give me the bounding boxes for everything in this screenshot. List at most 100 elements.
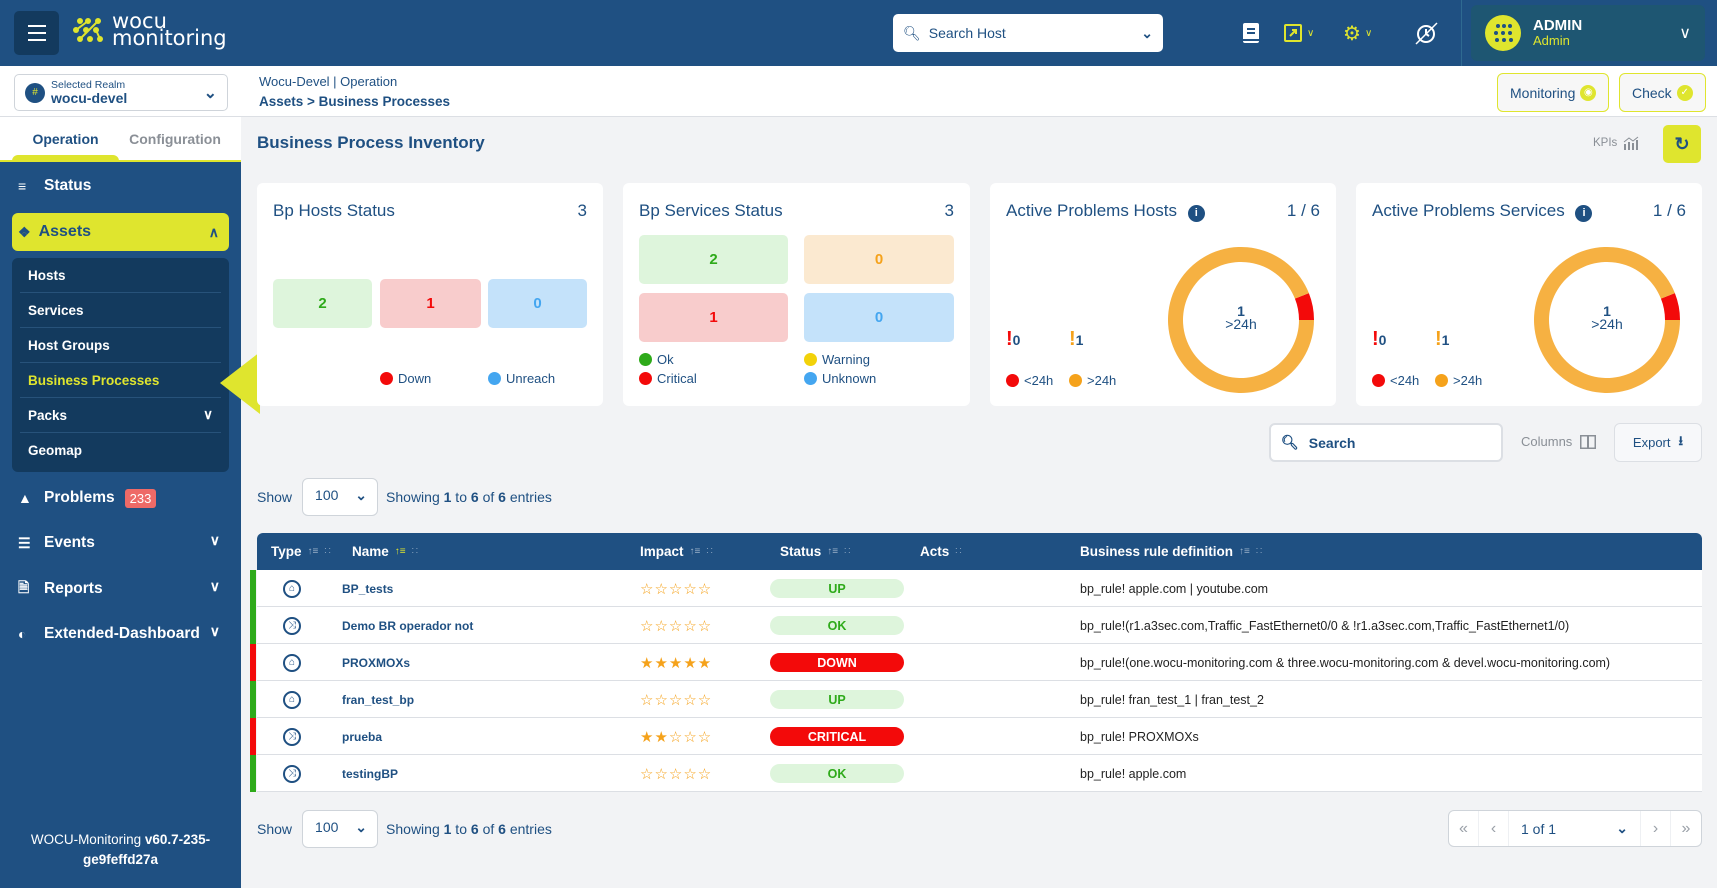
legend-down: Down: [380, 371, 431, 386]
services-ok-tile[interactable]: 2: [639, 235, 788, 284]
drag-handle-icon[interactable]: ∷: [955, 546, 961, 557]
chart-icon: [1623, 136, 1639, 150]
name-cell[interactable]: Demo BR operador not: [342, 607, 473, 644]
sidebar-item-geomap[interactable]: Geomap: [20, 433, 221, 468]
sidebar-item-host-groups[interactable]: Host Groups: [20, 328, 221, 363]
sidebar-item-problems[interactable]: ▲ Problems 233: [14, 481, 228, 515]
page-size-row-top: Show 100 ⌄ Showing 1 to 6 of 6 entries: [257, 478, 552, 516]
realm-selector[interactable]: # Selected Realm wocu-devel ⌄: [14, 74, 228, 111]
sort-icon[interactable]: ↑≡: [1239, 546, 1250, 557]
card-title-text: Active Problems Hosts: [1006, 201, 1177, 220]
table-row[interactable]: ⌂ BP_tests ☆☆☆☆☆ UP bp_rule! apple.com | you…: [250, 570, 1702, 607]
column-header-rule[interactable]: Business rule definition ↑≡ ∷: [1080, 533, 1262, 570]
sidebar-item-events[interactable]: ☰ Events ∨: [14, 526, 228, 560]
drag-handle-icon[interactable]: ∷: [324, 546, 330, 557]
table-row[interactable]: ⤨ prueba ★★☆☆☆ CRITICAL bp_rule! PROXMOXs: [250, 718, 1702, 755]
tab-operation[interactable]: Operation: [12, 117, 119, 160]
donut-center-label: 1 >24h: [1166, 304, 1316, 331]
page-size-select[interactable]: 100 ⌄: [302, 810, 379, 848]
hamburger-menu-button[interactable]: [14, 11, 59, 55]
hosts-up-tile[interactable]: 2: [273, 279, 372, 328]
sidebar-item-packs[interactable]: Packs ∨: [20, 398, 221, 433]
columns-button[interactable]: Columns: [1521, 434, 1597, 449]
sort-icon[interactable]: ↑≡: [395, 546, 406, 557]
service-icon: ⤨: [283, 616, 301, 635]
status-cell: UP: [770, 570, 904, 607]
drag-handle-icon[interactable]: ∷: [412, 546, 418, 557]
page-size-value: 100: [315, 487, 339, 503]
assets-submenu: Hosts Services Host Groups Business Proc…: [12, 258, 229, 472]
sidebar-item-business-processes[interactable]: Business Processes: [20, 363, 221, 398]
sidebar-item-status[interactable]: ≡ Status: [14, 169, 228, 203]
first-page-button[interactable]: «: [1449, 811, 1479, 846]
info-icon[interactable]: i: [1575, 204, 1593, 222]
monitoring-button[interactable]: Monitoring ◉: [1497, 73, 1610, 112]
services-unknown-tile[interactable]: 0: [804, 293, 954, 342]
last-page-button[interactable]: »: [1671, 811, 1701, 846]
kpis-toggle[interactable]: KPIs: [1593, 136, 1639, 150]
donut-center-label: 1 >24h: [1532, 304, 1682, 331]
name-cell[interactable]: fran_test_bp: [342, 681, 414, 718]
settings-menu[interactable]: ⚙︎ ∨: [1343, 20, 1372, 46]
name-cell[interactable]: PROXMOXs: [342, 644, 410, 681]
hosts-down-tile[interactable]: 1: [380, 279, 481, 328]
page-size-select[interactable]: 100 ⌄: [302, 478, 379, 516]
sort-icon[interactable]: ↑≡: [308, 546, 319, 557]
breadcrumb-path[interactable]: Assets > Business Processes: [259, 94, 450, 109]
history-off-icon: [1415, 22, 1438, 45]
documentation-button[interactable]: [1242, 20, 1260, 46]
legend-gt24: >24h: [1069, 373, 1116, 388]
check-button[interactable]: Check ✓: [1619, 73, 1706, 112]
sidebar-tabs: Operation Configuration: [0, 117, 241, 161]
hosts-unreach-tile[interactable]: 0: [488, 279, 587, 328]
table-row[interactable]: ⌂ fran_test_bp ☆☆☆☆☆ UP bp_rule! fran_test_1…: [250, 681, 1702, 718]
column-header-status[interactable]: Status ↑≡ ∷: [780, 533, 850, 570]
table-row[interactable]: ⤨ testingBP ☆☆☆☆☆ OK bp_rule! apple.com: [250, 755, 1702, 792]
drag-handle-icon[interactable]: ∷: [706, 546, 712, 557]
table-row[interactable]: ⤨ Demo BR operador not ☆☆☆☆☆ OK bp_rule!(r1.…: [250, 607, 1702, 644]
chevron-down-icon: ∨: [1307, 27, 1315, 39]
table-row[interactable]: ⌂ PROXMOXs ★★★★★ DOWN bp_rule!(one.wocu-moni…: [250, 644, 1702, 681]
tab-configuration[interactable]: Configuration: [125, 117, 225, 160]
page-select[interactable]: 1 of 1 ⌄: [1509, 811, 1641, 846]
services-warning-tile[interactable]: 0: [804, 235, 954, 284]
services-critical-tile[interactable]: 1: [639, 293, 788, 342]
user-menu[interactable]: ADMIN Admin ∨: [1471, 5, 1705, 61]
name-cell[interactable]: testingBP: [342, 755, 398, 792]
drag-handle-icon[interactable]: ∷: [844, 546, 850, 557]
next-page-button[interactable]: ›: [1641, 811, 1671, 846]
impact-stars: ★★★★★: [640, 654, 713, 672]
column-header-impact[interactable]: Impact ↑≡ ∷: [640, 533, 713, 570]
name-cell[interactable]: prueba: [342, 718, 382, 755]
sidebar-item-assets[interactable]: ❖ Assets ∧: [12, 213, 229, 251]
info-icon[interactable]: i: [1187, 204, 1205, 222]
page-label: 1 of 1: [1521, 820, 1557, 837]
table-search-input[interactable]: 🔍︎ Search: [1269, 423, 1503, 462]
column-header-type[interactable]: Type ↑≡ ∷: [271, 533, 331, 570]
refresh-button[interactable]: ↻: [1663, 125, 1701, 163]
sidebar-item-label: Packs: [28, 407, 68, 423]
host-search-placeholder: Search Host: [928, 25, 1006, 41]
host-icon: ⌂: [283, 690, 301, 709]
sidebar-item-reports[interactable]: 🗎︎ Reports ∨: [14, 572, 228, 606]
sidebar-item-services[interactable]: Services: [20, 293, 221, 328]
name-cell[interactable]: BP_tests: [342, 570, 393, 607]
drag-handle-icon[interactable]: ∷: [1256, 546, 1262, 557]
sort-icon[interactable]: ↑≡: [827, 546, 838, 557]
column-header-name[interactable]: Name ↑≡ ∷: [352, 533, 418, 570]
sidebar-item-hosts[interactable]: Hosts: [20, 258, 221, 293]
export-button[interactable]: Export ⭳: [1614, 423, 1702, 462]
wocu-logo[interactable]: wocu monitoring: [72, 11, 227, 49]
history-disabled-button[interactable]: [1413, 20, 1439, 46]
sidebar-item-extended-dashboard[interactable]: ◐ Extended-Dashboard ∨: [14, 617, 228, 651]
app-version: WOCU-Monitoring v60.7-235- ge9feffd27a: [0, 830, 241, 870]
host-search-select[interactable]: 🔍︎ Search Host ⌄: [893, 14, 1163, 52]
sort-icon[interactable]: ↑≡: [690, 546, 701, 557]
column-header-acts[interactable]: Acts ∷: [920, 533, 962, 570]
old-problems-count: !1: [1435, 328, 1450, 350]
status-badge: UP: [770, 690, 904, 709]
chevron-down-icon: ∨: [1679, 25, 1691, 42]
prev-page-button[interactable]: ‹: [1479, 811, 1509, 846]
external-links-menu[interactable]: ∨: [1283, 20, 1314, 46]
impact-cell: ★★★★★: [640, 644, 712, 681]
